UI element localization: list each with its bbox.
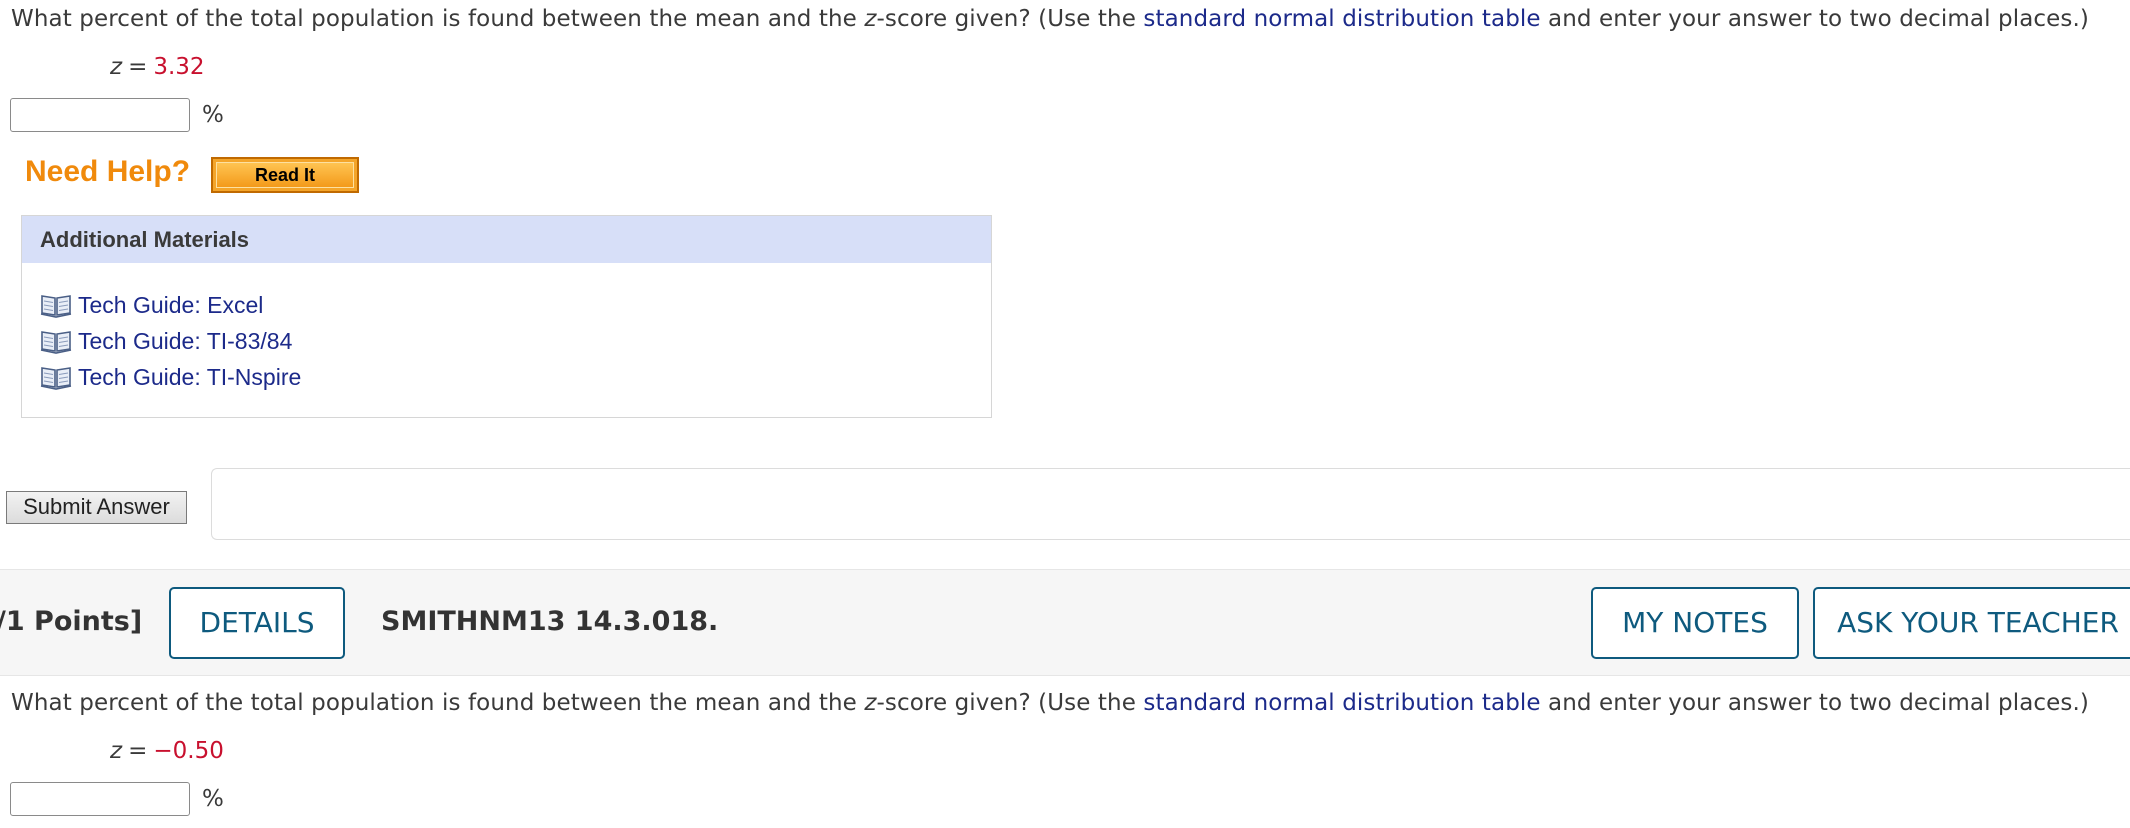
z-score-1: z = 3.32 [110, 54, 205, 80]
book-icon [40, 295, 72, 318]
submit-answer-button[interactable]: Submit Answer [6, 491, 187, 524]
details-button[interactable]: DETAILS [169, 587, 345, 659]
ask-your-teacher-button[interactable]: ASK YOUR TEACHER [1813, 587, 2130, 659]
need-help-label: Need Help? [25, 155, 191, 188]
book-icon [40, 331, 72, 354]
question-text-part: What percent of the total population is … [11, 6, 865, 32]
additional-materials-panel: Additional Materials Tech Guide: Excel T… [21, 215, 992, 418]
read-it-label: Read It [216, 162, 354, 188]
z-variable: z [110, 54, 123, 80]
percent-unit-2: % [202, 786, 224, 812]
points-label: /1 Points] [0, 606, 143, 637]
answer-input-1[interactable] [10, 98, 190, 132]
question-text-part: -score given? (Use the [876, 690, 1144, 716]
materials-list: Tech Guide: Excel Tech Guide: TI-83/84 T… [22, 263, 991, 395]
z-score-2: z = −0.50 [110, 738, 224, 764]
submit-divider-box [211, 468, 2130, 540]
my-notes-button[interactable]: MY NOTES [1591, 587, 1799, 659]
material-link-ti-nspire[interactable]: Tech Guide: TI-Nspire [40, 359, 991, 395]
material-label: Tech Guide: Excel [78, 291, 264, 318]
question-text-part: -score given? (Use the [876, 6, 1144, 32]
question-2-text: What percent of the total population is … [11, 690, 2089, 716]
question-text-part: and enter your answer to two decimal pla… [1540, 6, 2089, 32]
question-header-bar: /1 Points] DETAILS SMITHNM13 14.3.018. M… [0, 569, 2130, 676]
z-symbol: z [864, 690, 877, 716]
z-symbol: z [864, 6, 877, 32]
equals-sign: = [128, 738, 148, 764]
normal-table-link[interactable]: standard normal distribution table [1143, 690, 1540, 716]
book-icon [40, 367, 72, 390]
percent-unit-1: % [202, 102, 224, 128]
z-variable: z [110, 738, 123, 764]
normal-table-link[interactable]: standard normal distribution table [1143, 6, 1540, 32]
material-link-excel[interactable]: Tech Guide: Excel [40, 287, 991, 323]
material-label: Tech Guide: TI-Nspire [78, 363, 302, 390]
submit-area: Submit Answer [0, 468, 2130, 540]
z-value: 3.32 [153, 54, 205, 80]
equals-sign: = [128, 54, 148, 80]
question-id: SMITHNM13 14.3.018. [381, 606, 719, 637]
answer-input-2[interactable] [10, 782, 190, 816]
question-text-part: What percent of the total population is … [11, 690, 865, 716]
question-1-text: What percent of the total population is … [11, 6, 2089, 32]
material-label: Tech Guide: TI-83/84 [78, 327, 293, 354]
material-link-ti-83-84[interactable]: Tech Guide: TI-83/84 [40, 323, 991, 359]
question-text-part: and enter your answer to two decimal pla… [1540, 690, 2089, 716]
z-value: −0.50 [153, 738, 224, 764]
read-it-button[interactable]: Read It [211, 157, 359, 193]
additional-materials-title: Additional Materials [22, 216, 991, 263]
